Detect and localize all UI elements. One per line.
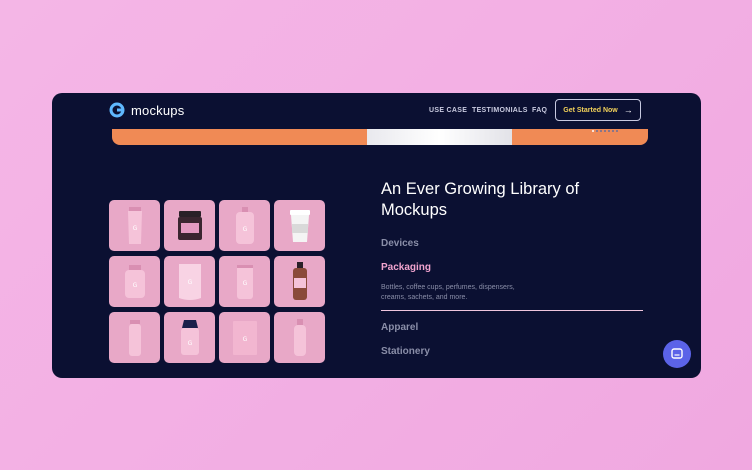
nav-faq[interactable]: FAQ [532, 107, 547, 114]
chat-icon [671, 348, 683, 359]
product-grid: G G G G G G G [109, 200, 325, 363]
nav-use-case[interactable]: USE CASE [429, 107, 467, 114]
category-apparel[interactable]: Apparel [381, 322, 418, 333]
product-tile[interactable] [109, 312, 160, 363]
carousel-dot[interactable] [592, 130, 594, 132]
carousel-dot[interactable] [604, 130, 606, 132]
product-tile[interactable]: G [164, 312, 215, 363]
carousel-dot[interactable] [600, 130, 602, 132]
nav-testimonials[interactable]: TESTIMONIALS [472, 107, 528, 114]
slim-bottle-icon [128, 319, 141, 356]
heading-line-2: Mockups [381, 201, 448, 219]
svg-text:G: G [242, 280, 247, 287]
app-window: mockups USE CASE TESTIMONIALS FAQ Get St… [52, 93, 701, 378]
product-tile[interactable]: G [164, 256, 215, 307]
perfume-bottle-icon [293, 318, 306, 356]
carousel-dot[interactable] [612, 130, 614, 132]
carousel-dot[interactable] [596, 130, 598, 132]
category-description: Bottles, coffee cups, perfumes, dispense… [381, 283, 561, 303]
carousel-dot[interactable] [616, 130, 618, 132]
category-stationery[interactable]: Stationery [381, 346, 430, 357]
svg-text:G: G [187, 279, 192, 286]
section-heading: An Ever Growing Library of Mockups [381, 179, 621, 221]
product-tile[interactable]: G [219, 200, 270, 251]
product-tile[interactable]: G [219, 256, 270, 307]
category-devices[interactable]: Devices [381, 238, 419, 249]
product-tile[interactable] [274, 200, 325, 251]
progress-divider [381, 310, 643, 311]
product-tile[interactable] [274, 312, 325, 363]
svg-text:G: G [242, 336, 247, 343]
category-packaging[interactable]: Packaging [381, 262, 431, 273]
hero-image [367, 129, 512, 145]
hero-banner [112, 129, 648, 145]
product-tile[interactable] [164, 200, 215, 251]
get-started-button[interactable]: Get Started Now → [555, 99, 641, 121]
tube-icon: G [127, 206, 142, 244]
product-tile[interactable]: G [109, 256, 160, 307]
carousel-dot[interactable] [608, 130, 610, 132]
brand-name: mockups [131, 102, 185, 118]
svg-text:G: G [132, 282, 137, 289]
svg-text:G: G [242, 226, 247, 233]
svg-text:G: G [132, 225, 137, 232]
brand-logo[interactable]: mockups [109, 102, 184, 118]
pouch-icon: G [178, 263, 201, 300]
box-icon: G [232, 320, 257, 355]
carousel-dots[interactable] [592, 130, 618, 132]
pill-bottle-icon: G [124, 264, 145, 298]
description-line-1: Bottles, coffee cups, perfumes, dispense… [381, 284, 515, 291]
description-line-2: creams, sachets, and more. [381, 294, 468, 301]
product-tile[interactable]: G [219, 312, 270, 363]
coffee-cup-icon [289, 209, 310, 242]
jar-icon [177, 210, 202, 240]
dispenser-icon [292, 261, 307, 300]
arrow-right-icon: → [623, 105, 633, 115]
logo-icon [109, 102, 125, 118]
heading-line-1: An Ever Growing Library of [381, 180, 580, 198]
can-icon: G [236, 264, 253, 299]
shaker-icon: G [180, 319, 199, 355]
chat-button[interactable] [663, 340, 691, 368]
spray-bottle-icon: G [235, 206, 254, 244]
product-tile[interactable]: G [109, 200, 160, 251]
product-tile[interactable] [274, 256, 325, 307]
svg-text:G: G [187, 340, 192, 347]
get-started-label: Get Started Now [563, 106, 618, 114]
